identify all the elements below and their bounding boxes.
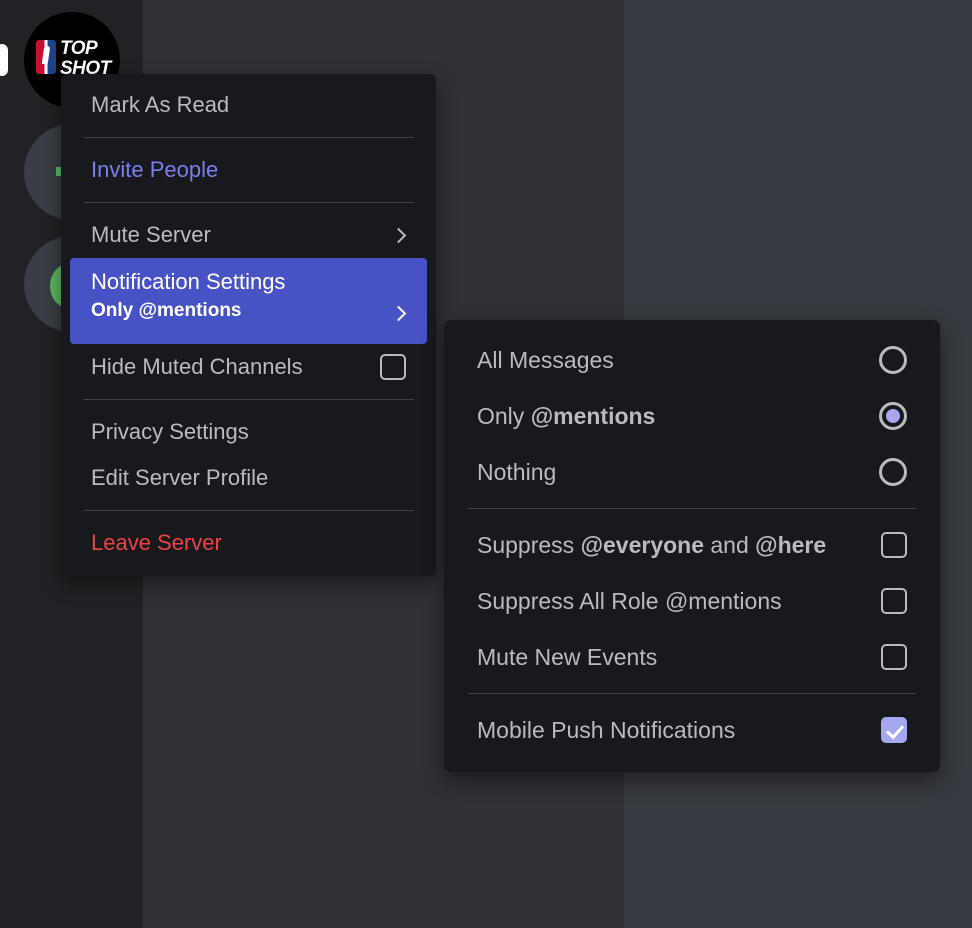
discord-app-window: TOP SHOT Mark As Read Invite People Mute… <box>0 0 972 928</box>
menu-item-edit-server-profile[interactable]: Edit Server Profile <box>70 455 427 501</box>
menu-separator <box>83 510 414 511</box>
label-part-plain: Only <box>477 402 531 429</box>
submenu-item-label: Suppress All Role @mentions <box>477 588 869 615</box>
menu-item-subtitle: Only @mentions <box>91 300 242 321</box>
menu-item-privacy-settings[interactable]: Privacy Settings <box>70 409 427 455</box>
submenu-item-suppress-all-role-mentions[interactable]: Suppress All Role @mentions <box>455 573 929 629</box>
submenu-item-mute-new-events[interactable]: Mute New Events <box>455 629 929 685</box>
menu-item-label: Hide Muted Channels <box>91 354 303 379</box>
menu-item-leave-server[interactable]: Leave Server <box>70 520 427 566</box>
active-server-pill <box>0 44 8 76</box>
menu-separator <box>83 202 414 203</box>
submenu-item-nothing[interactable]: Nothing <box>455 444 929 500</box>
submenu-item-label: All Messages <box>477 346 614 373</box>
menu-item-label: Mark As Read <box>91 92 230 117</box>
suppress-all-role-mentions-checkbox[interactable] <box>881 588 907 614</box>
submenu-item-label: Nothing <box>477 458 557 485</box>
nothing-radio[interactable] <box>879 458 907 486</box>
top-shot-wordmark: TOP SHOT <box>60 39 114 79</box>
submenu-item-label: Only @mentions <box>477 403 867 430</box>
menu-separator <box>83 399 414 400</box>
nba-player-silhouette <box>41 46 51 64</box>
menu-item-label: Edit Server Profile <box>91 465 269 490</box>
submenu-item-label: Mute New Events <box>477 643 658 670</box>
label-part-3: and <box>704 531 756 558</box>
all-messages-radio[interactable] <box>879 346 907 374</box>
server-context-menu: Mark As Read Invite People Mute Server N… <box>61 74 436 576</box>
menu-item-mute-server[interactable]: Mute Server <box>70 212 427 258</box>
menu-item-notification-settings[interactable]: Notification Settings Only @mentions <box>70 258 427 344</box>
chevron-right-icon <box>392 306 406 320</box>
label-part-mention: @mentions <box>530 402 656 429</box>
nba-logo-icon <box>36 40 56 74</box>
notification-settings-submenu: All Messages Only @mentions Nothing Supp… <box>444 320 940 772</box>
submenu-item-only-mentions[interactable]: Only @mentions <box>455 388 929 444</box>
hide-muted-channels-checkbox[interactable] <box>380 354 406 380</box>
mobile-push-notifications-checkbox[interactable] <box>881 717 907 743</box>
menu-item-label: Mute Server <box>91 222 211 247</box>
menu-item-label: Notification Settings <box>91 269 286 294</box>
menu-item-label: Privacy Settings <box>91 419 249 444</box>
top-shot-wordmark-line1: TOP <box>60 38 98 59</box>
menu-item-hide-muted-channels[interactable]: Hide Muted Channels <box>70 344 427 390</box>
submenu-item-label: Mobile Push Notifications <box>477 716 736 743</box>
label-part-here: @here <box>755 531 827 558</box>
menu-separator <box>468 508 916 509</box>
menu-separator <box>468 693 916 694</box>
submenu-item-all-messages[interactable]: All Messages <box>455 332 929 388</box>
label-part-everyone: @everyone <box>580 531 704 558</box>
menu-item-label: Invite People <box>91 157 219 182</box>
label-part-1: Suppress All Role <box>477 587 665 614</box>
menu-separator <box>83 137 414 138</box>
chevron-right-icon <box>392 228 406 242</box>
submenu-item-suppress-everyone-here[interactable]: Suppress @everyone and @here <box>455 517 929 573</box>
label-part-mention: @mentions <box>664 587 782 614</box>
label-part-1: Suppress <box>477 531 581 558</box>
submenu-item-mobile-push-notifications[interactable]: Mobile Push Notifications <box>455 702 929 758</box>
mute-new-events-checkbox[interactable] <box>881 644 907 670</box>
menu-item-mark-as-read[interactable]: Mark As Read <box>70 82 427 128</box>
submenu-item-label: Suppress @everyone and @here <box>477 532 869 559</box>
suppress-everyone-here-checkbox[interactable] <box>881 532 907 558</box>
only-mentions-radio[interactable] <box>879 402 907 430</box>
menu-item-label: Leave Server <box>91 530 222 555</box>
menu-item-invite-people[interactable]: Invite People <box>70 147 427 193</box>
